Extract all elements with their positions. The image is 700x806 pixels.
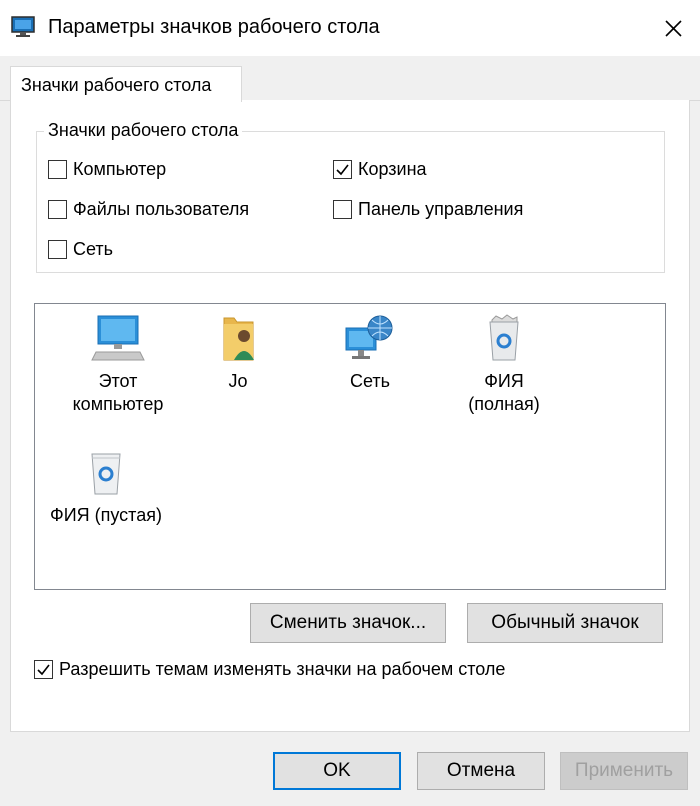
checkbox-control-panel[interactable]: Панель управления [333,197,523,221]
icon-item-user-folder[interactable]: Jo [178,312,298,393]
tab-label: Значки рабочего стола [21,75,212,95]
checkbox-computer[interactable]: Компьютер [48,157,166,181]
network-icon [345,315,393,359]
default-icon-button[interactable]: Обычный значок [467,603,663,643]
recycle-bin-empty-icon [91,453,121,495]
window-title: Параметры значков рабочего стола [48,16,380,38]
checkbox-box[interactable] [48,159,67,179]
checkbox-box[interactable] [48,199,67,219]
checkbox-box[interactable] [48,239,67,259]
checkbox-network[interactable]: Сеть [48,237,113,261]
user-folder-icon [223,317,254,361]
ok-button[interactable]: OK [273,752,401,790]
checkmark-icon [37,664,50,675]
icon-item-recycle-bin-full[interactable]: ФИЯ (полная) [444,312,564,416]
icon-label: ФИЯ (пустая) [50,505,162,525]
tab-desktop-icons[interactable]: Значки рабочего стола [10,66,242,102]
icon-label: ФИЯ (полная) [468,371,540,414]
icon-label: Jo [228,371,248,391]
checkbox-box[interactable] [34,659,53,679]
checkbox-allow-themes[interactable]: Разрешить темам изменять значки на рабоч… [34,657,505,681]
title-bar: Параметры значков рабочего стола [0,0,700,56]
cancel-button[interactable]: Отмена [417,752,545,790]
apply-button[interactable]: Применить [560,752,688,790]
checkbox-user-files[interactable]: Файлы пользователя [48,197,249,221]
icon-label: Этот компьютер [72,371,164,414]
computer-icon [91,315,145,361]
icon-item-computer[interactable]: Этот компьютер [58,312,178,416]
checkmark-icon [336,164,349,175]
change-icon-button[interactable]: Сменить значок... [250,603,446,643]
checkbox-box[interactable] [333,199,352,219]
group-legend: Значки рабочего стола [44,120,243,141]
recycle-bin-full-icon [489,314,519,361]
checkbox-label: Разрешить темам изменять значки на рабоч… [59,658,506,679]
checkbox-label: Корзина [358,158,427,179]
close-button[interactable] [656,12,690,44]
icon-item-recycle-bin-empty[interactable]: ФИЯ (пустая) [46,446,166,527]
checkbox-recycle-bin[interactable]: Корзина [333,157,427,181]
app-icon [11,16,35,37]
checkbox-label: Компьютер [73,158,167,179]
checkbox-label: Панель управления [358,198,524,219]
icon-item-network[interactable]: Сеть [310,312,430,393]
checkbox-label: Сеть [73,238,114,259]
icon-label: Сеть [349,371,391,391]
checkbox-box[interactable] [333,159,352,179]
checkbox-label: Файлы пользователя [73,198,250,219]
